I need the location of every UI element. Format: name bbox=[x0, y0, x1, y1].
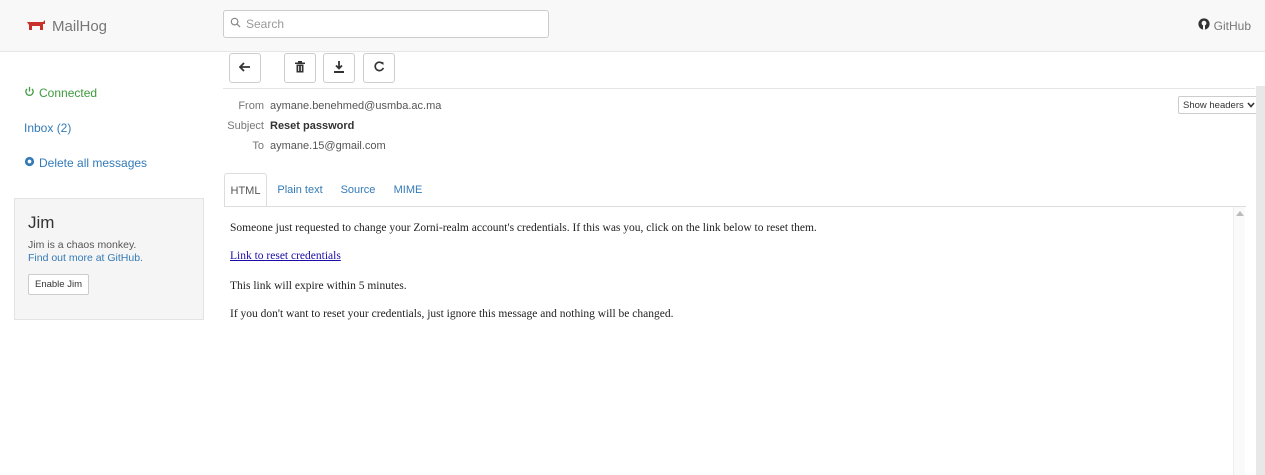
release-icon bbox=[373, 61, 385, 75]
email-body: Someone just requested to change your Zo… bbox=[224, 207, 1246, 475]
remove-circle-icon bbox=[24, 156, 35, 170]
from-value: aymane.benehmed@usmba.ac.ma bbox=[270, 100, 442, 112]
delete-all-messages-label: Delete all messages bbox=[39, 156, 148, 170]
enable-jim-button[interactable]: Enable Jim bbox=[28, 274, 89, 295]
subject-value: Reset password bbox=[270, 120, 355, 132]
subject-label: Subject bbox=[227, 120, 264, 132]
jim-panel: Jim Jim is a chaos monkey. Find out more… bbox=[14, 198, 204, 320]
tab-source[interactable]: Source bbox=[332, 173, 384, 207]
body-intro-text: Someone just requested to change your Zo… bbox=[230, 222, 817, 234]
search-box[interactable] bbox=[223, 10, 549, 38]
github-icon bbox=[1198, 18, 1210, 33]
jim-title: Jim bbox=[28, 213, 55, 232]
download-button[interactable] bbox=[323, 53, 355, 83]
back-arrow-icon bbox=[238, 61, 251, 75]
brand-name: MailHog bbox=[52, 18, 108, 35]
scroll-up-arrow-icon[interactable] bbox=[1236, 211, 1244, 216]
body-expiry-text: This link will expire within 5 minutes. bbox=[230, 280, 407, 292]
sidebar-item-inbox[interactable]: Inbox (2) bbox=[24, 121, 71, 135]
tab-html[interactable]: HTML bbox=[224, 173, 267, 207]
from-label: From bbox=[238, 100, 264, 112]
jim-description: Jim is a chaos monkey. bbox=[28, 239, 137, 251]
brand[interactable]: MailHog bbox=[26, 18, 107, 35]
jim-github-link[interactable]: Find out more at GitHub. bbox=[28, 252, 190, 265]
connection-status-label: Connected bbox=[39, 86, 98, 100]
download-icon bbox=[334, 60, 344, 76]
search-input[interactable] bbox=[246, 17, 536, 31]
pig-logo-icon bbox=[26, 19, 46, 34]
github-label: GitHub bbox=[1213, 18, 1251, 33]
reset-credentials-link[interactable]: Link to reset credentials bbox=[230, 250, 341, 262]
navbar: MailHog GitHub bbox=[0, 0, 1265, 52]
body-ignore-text: If you don't want to reset your credenti… bbox=[230, 308, 674, 320]
tab-mime[interactable]: MIME bbox=[384, 173, 432, 207]
page-scrollbar[interactable] bbox=[1256, 86, 1265, 475]
search-icon bbox=[230, 17, 241, 31]
toolbar-divider bbox=[223, 88, 1255, 89]
show-headers-label: Show headers bbox=[1183, 99, 1244, 111]
connection-status: Connected bbox=[24, 86, 97, 100]
delete-all-messages-link[interactable]: Delete all messages bbox=[24, 156, 147, 170]
back-button[interactable] bbox=[229, 53, 261, 83]
trash-icon bbox=[295, 60, 305, 76]
to-value: aymane.15@gmail.com bbox=[270, 140, 386, 152]
sidebar-item-inbox-label: Inbox (2) bbox=[24, 121, 72, 135]
power-icon bbox=[24, 86, 35, 100]
tab-plain-text[interactable]: Plain text bbox=[269, 173, 331, 207]
chevron-down-icon bbox=[1247, 100, 1255, 111]
github-link[interactable]: GitHub bbox=[1198, 18, 1251, 33]
to-label: To bbox=[252, 140, 264, 152]
delete-message-button[interactable] bbox=[284, 53, 316, 83]
show-headers-button[interactable]: Show headers bbox=[1178, 96, 1260, 114]
release-button[interactable] bbox=[363, 53, 395, 83]
email-body-scrollbar[interactable] bbox=[1233, 207, 1245, 475]
